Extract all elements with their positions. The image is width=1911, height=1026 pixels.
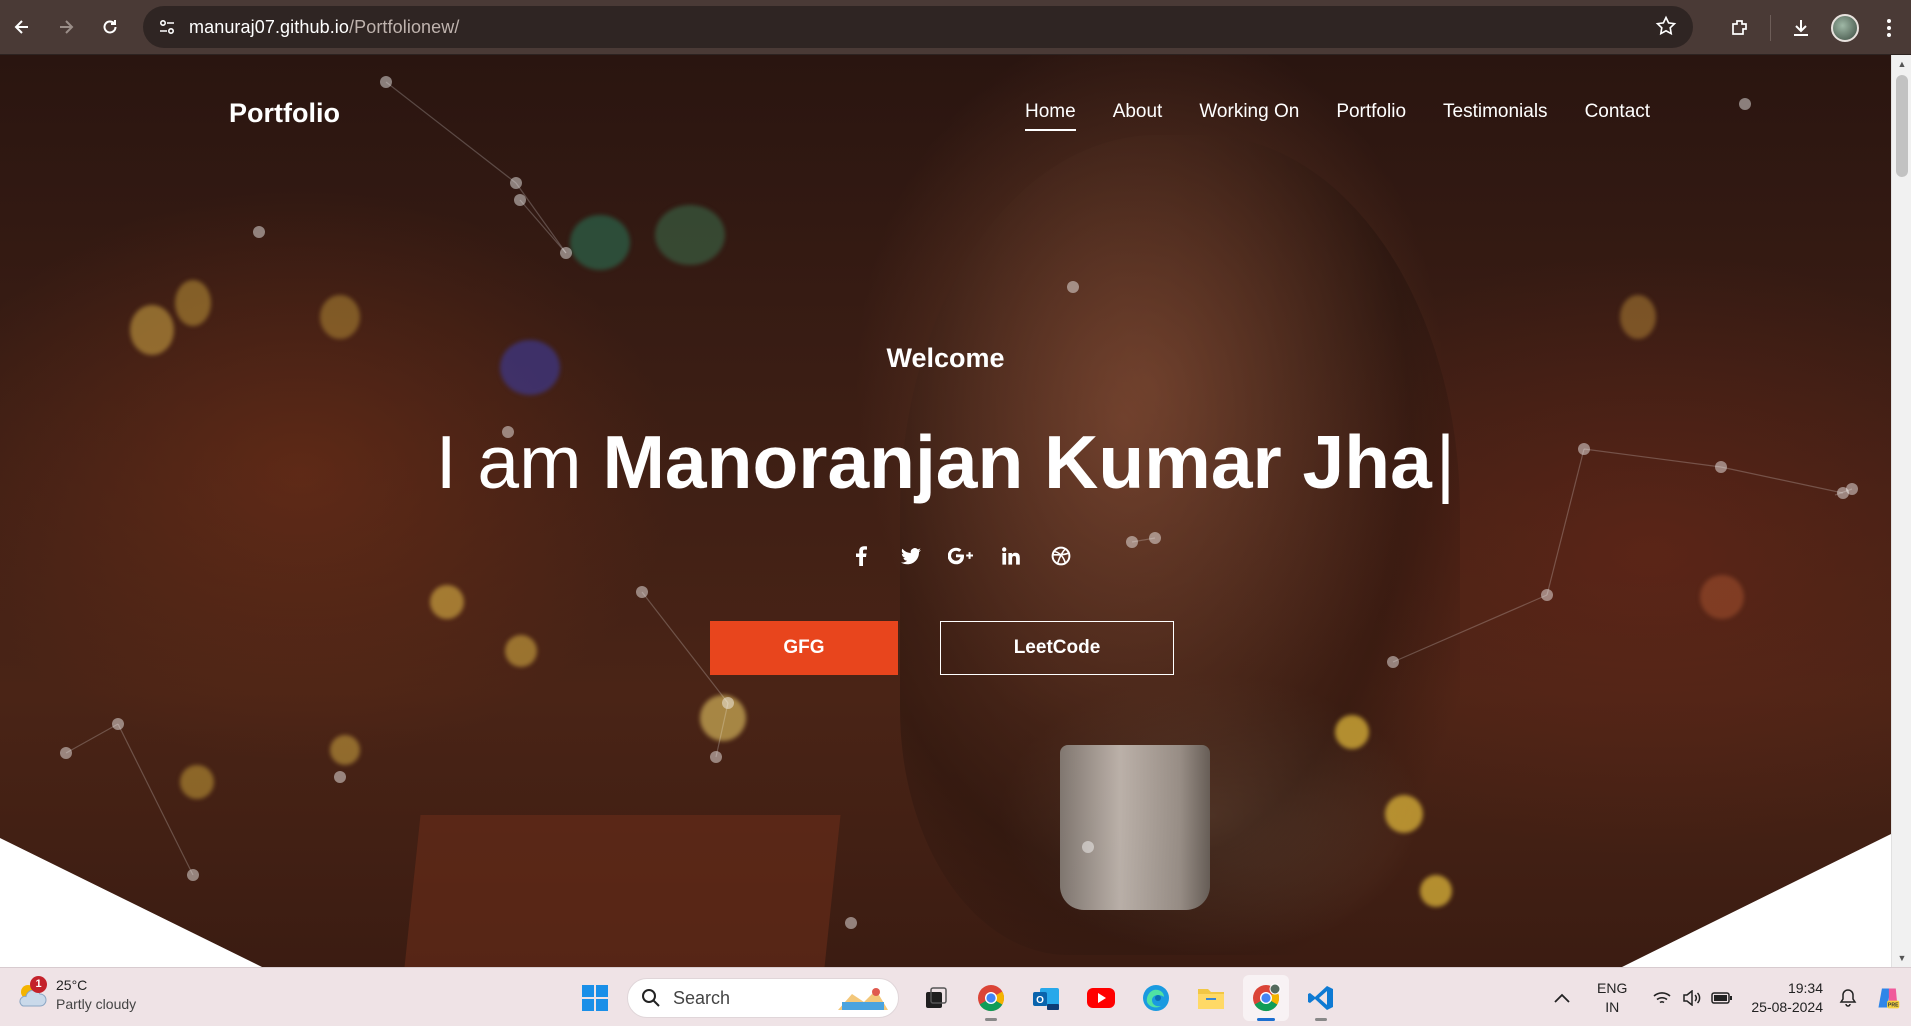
facebook-icon[interactable]: [836, 541, 886, 571]
taskbar-search[interactable]: Search: [627, 978, 899, 1018]
google-plus-icon[interactable]: [936, 541, 986, 571]
running-indicator: [1257, 1018, 1275, 1021]
site-nav: Home About Working On Portfolio Testimon…: [1025, 101, 1650, 131]
weather-text: 25°C Partly cloudy: [56, 976, 136, 1014]
vscode-app-icon[interactable]: [1298, 975, 1344, 1021]
nav-testimonials[interactable]: Testimonials: [1443, 101, 1548, 131]
search-highlight-icon: [838, 988, 888, 1010]
hero-section: Portfolio Home About Working On Portfoli…: [0, 55, 1891, 967]
youtube-app-icon[interactable]: [1078, 975, 1124, 1021]
toolbar-actions: [1718, 0, 1911, 55]
nav-portfolio[interactable]: Portfolio: [1336, 101, 1406, 131]
weather-condition: Partly cloudy: [56, 996, 137, 1012]
gfg-button[interactable]: GFG: [710, 621, 898, 675]
running-indicator: [1315, 1018, 1327, 1021]
forward-button[interactable]: [44, 5, 88, 49]
search-label: Search: [673, 987, 731, 1008]
hero-headline: I am Manoranjan Kumar Jha|: [0, 425, 1891, 500]
wifi-icon[interactable]: [1649, 991, 1675, 1005]
nav-contact[interactable]: Contact: [1585, 101, 1650, 131]
running-indicator: [985, 1018, 997, 1021]
clock-time: 19:34: [1787, 979, 1823, 996]
page-scrollbar[interactable]: ▲ ▼: [1891, 55, 1911, 967]
file-explorer-icon[interactable]: [1188, 975, 1234, 1021]
weather-notification-badge: 1: [30, 976, 47, 993]
scroll-down-arrow-icon[interactable]: ▼: [1896, 952, 1908, 964]
region-code: IN: [1605, 998, 1620, 1015]
back-arrow-icon: [14, 20, 28, 34]
site-brand[interactable]: Portfolio: [229, 98, 340, 129]
weather-temp: 25°C: [56, 977, 88, 993]
svg-text:PRE: PRE: [1888, 1002, 1899, 1008]
system-clock[interactable]: 19:34 25-08-2024: [1751, 979, 1823, 1017]
social-links: [836, 541, 1086, 571]
profile-avatar[interactable]: [1823, 6, 1867, 50]
address-bar[interactable]: manuraj07.github.io/Portfolionew/: [143, 6, 1693, 48]
forward-arrow-icon: [60, 20, 74, 34]
typing-cursor: |: [1435, 420, 1456, 504]
url-host: manuraj07.github.io: [189, 16, 350, 37]
task-view-icon[interactable]: [913, 975, 959, 1021]
extensions-icon[interactable]: [1718, 6, 1762, 50]
nav-about[interactable]: About: [1113, 101, 1163, 131]
windows-taskbar: 1 25°C Partly cloudy Search O ENG IN 19:…: [0, 967, 1911, 1026]
nav-working-on[interactable]: Working On: [1199, 101, 1299, 131]
partly-cloudy-icon: 1: [14, 976, 48, 1012]
clock-date: 25-08-2024: [1751, 998, 1823, 1015]
browser-toolbar: manuraj07.github.io/Portfolionew/: [0, 0, 1911, 55]
windows-logo-icon: [582, 985, 608, 1011]
reload-button[interactable]: [88, 5, 132, 49]
start-button[interactable]: [572, 975, 618, 1021]
bookmark-star-icon[interactable]: [1655, 15, 1677, 42]
volume-icon[interactable]: [1679, 989, 1705, 1006]
svg-text:O: O: [1036, 995, 1044, 1006]
language-code: ENG: [1597, 979, 1628, 996]
back-button[interactable]: [0, 5, 44, 49]
twitter-icon[interactable]: [886, 541, 936, 571]
hero-welcome: Welcome: [886, 343, 1005, 373]
download-icon[interactable]: [1779, 6, 1823, 50]
chrome-active-app-icon[interactable]: [1243, 975, 1289, 1021]
copilot-icon[interactable]: PRE: [1875, 983, 1901, 1013]
hero-prefix: I am: [435, 420, 582, 504]
toolbar-divider: [1770, 14, 1771, 41]
scroll-up-arrow-icon[interactable]: ▲: [1896, 58, 1908, 70]
url-text: manuraj07.github.io/Portfolionew/: [189, 17, 459, 38]
linkedin-icon[interactable]: [986, 541, 1036, 571]
show-hidden-icons-chevron-icon[interactable]: [1549, 993, 1575, 1003]
taskbar-apps: Search O: [572, 975, 1353, 1021]
language-indicator[interactable]: ENG IN: [1597, 979, 1627, 1017]
system-tray: ENG IN 19:34 25-08-2024 PRE: [1549, 968, 1911, 1026]
hero-name: Manoranjan Kumar Jha: [602, 420, 1432, 504]
dribbble-icon[interactable]: [1036, 541, 1086, 571]
site-info-icon[interactable]: [155, 15, 179, 39]
nav-home[interactable]: Home: [1025, 101, 1076, 131]
scrollbar-thumb[interactable]: [1896, 75, 1908, 177]
particle-network: [60, 76, 1858, 929]
reload-icon: [103, 20, 117, 34]
notification-bell-icon[interactable]: [1835, 988, 1861, 1008]
search-icon: [642, 989, 660, 1007]
url-path: /Portfolionew/: [349, 16, 460, 37]
chrome-app-icon[interactable]: [968, 975, 1014, 1021]
weather-widget[interactable]: 1 25°C Partly cloudy: [14, 976, 136, 1014]
battery-icon[interactable]: [1709, 991, 1735, 1005]
edge-app-icon[interactable]: [1133, 975, 1179, 1021]
outlook-app-icon[interactable]: O: [1023, 975, 1069, 1021]
avatar: [1831, 13, 1859, 42]
leetcode-button[interactable]: LeetCode: [940, 621, 1174, 675]
menu-kebab-icon[interactable]: [1867, 6, 1911, 50]
